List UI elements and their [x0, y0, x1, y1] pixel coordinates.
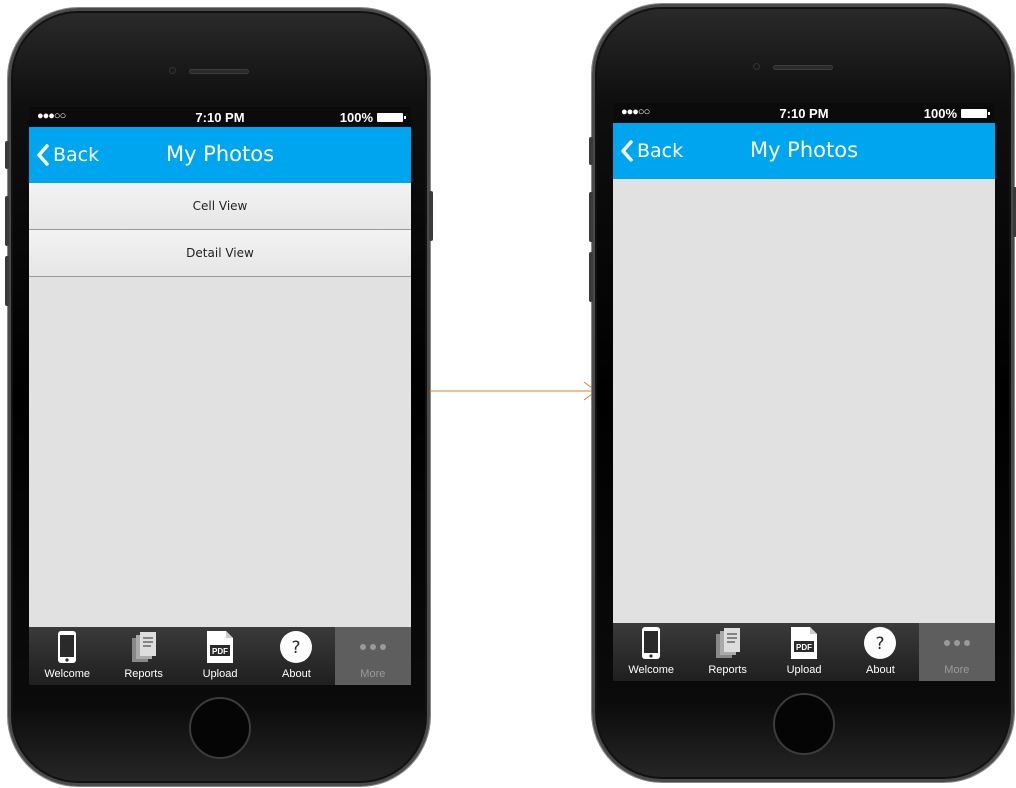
tab-label: Upload — [786, 664, 822, 676]
more-icon — [358, 629, 388, 665]
question-icon-text: ? — [292, 638, 301, 658]
tab-reports[interactable]: Reports — [105, 627, 181, 685]
tab-upload[interactable]: PDF Upload — [766, 623, 842, 681]
screen: ●●●○○ 7:10 PM 100% Back My Photos Welcom… — [613, 103, 995, 681]
tab-label: Reports — [124, 668, 163, 680]
earpiece-speaker — [189, 69, 249, 74]
volume-up-button — [589, 192, 593, 242]
pdf-icon-text: PDF — [212, 647, 228, 656]
volume-down-button — [5, 256, 9, 306]
tab-bar: Welcome Reports PDF Upload ? About More — [29, 627, 411, 685]
status-bar: ●●●○○ 7:10 PM 100% — [29, 107, 411, 127]
tab-about[interactable]: ? About — [842, 623, 918, 681]
phone-frame-right: ●●●○○ 7:10 PM 100% Back My Photos Welcom… — [589, 4, 1016, 782]
page-title: My Photos — [165, 142, 275, 166]
tab-label: More — [944, 664, 970, 676]
tab-about[interactable]: ? About — [258, 627, 334, 685]
front-camera — [169, 67, 176, 74]
tab-label: Welcome — [44, 668, 91, 680]
mute-switch — [5, 141, 9, 169]
volume-up-button — [5, 196, 9, 246]
transition-arrow — [430, 381, 597, 401]
status-bar: ●●●○○ 7:10 PM 100% — [613, 103, 995, 123]
pdf-icon: PDF — [789, 625, 819, 661]
battery-percentage: 100% — [339, 110, 373, 125]
list-item-cell-view[interactable]: Cell View — [29, 183, 411, 230]
more-icon — [942, 625, 972, 661]
home-button[interactable] — [773, 693, 835, 755]
question-icon-text: ? — [876, 634, 885, 654]
battery-icon — [961, 109, 990, 118]
tab-welcome[interactable]: Welcome — [29, 627, 105, 685]
power-button — [429, 191, 433, 241]
battery-percentage: 100% — [923, 106, 957, 121]
tab-label: More — [360, 668, 386, 680]
phone-icon — [57, 629, 77, 665]
tab-label: About — [866, 664, 895, 676]
list-item-detail-view[interactable]: Detail View — [29, 230, 411, 277]
pdf-icon-text: PDF — [796, 643, 812, 652]
navigation-bar: Back My Photos — [613, 123, 995, 179]
phone-frame-left: ●●●○○ 7:10 PM 100% Back My Photos Cell V… — [5, 8, 433, 786]
tab-bar: Welcome Reports PDF Upload ? About More — [613, 623, 995, 681]
pdf-icon: PDF — [205, 629, 235, 665]
navigation-bar: Back My Photos — [29, 127, 411, 183]
volume-down-button — [589, 252, 593, 302]
phone-icon — [641, 625, 661, 661]
question-icon: ? — [279, 629, 313, 665]
tab-upload[interactable]: PDF Upload — [182, 627, 258, 685]
earpiece-speaker — [773, 65, 833, 70]
mute-switch — [589, 137, 593, 165]
reports-icon — [714, 625, 742, 661]
screen: ●●●○○ 7:10 PM 100% Back My Photos Cell V… — [29, 107, 411, 685]
battery-icon — [377, 113, 406, 122]
front-camera — [753, 63, 760, 70]
tab-label: Upload — [202, 668, 238, 680]
tab-label: About — [282, 668, 311, 680]
tab-reports[interactable]: Reports — [689, 623, 765, 681]
tab-welcome[interactable]: Welcome — [613, 623, 689, 681]
tab-label: Reports — [708, 664, 747, 676]
page-title: My Photos — [749, 138, 859, 162]
tab-more[interactable]: More — [334, 627, 411, 685]
home-button[interactable] — [189, 697, 251, 759]
reports-icon — [130, 629, 158, 665]
question-icon: ? — [863, 625, 897, 661]
tab-more[interactable]: More — [918, 623, 995, 681]
view-options-list: Cell View Detail View — [29, 183, 411, 277]
tab-label: Welcome — [628, 664, 675, 676]
